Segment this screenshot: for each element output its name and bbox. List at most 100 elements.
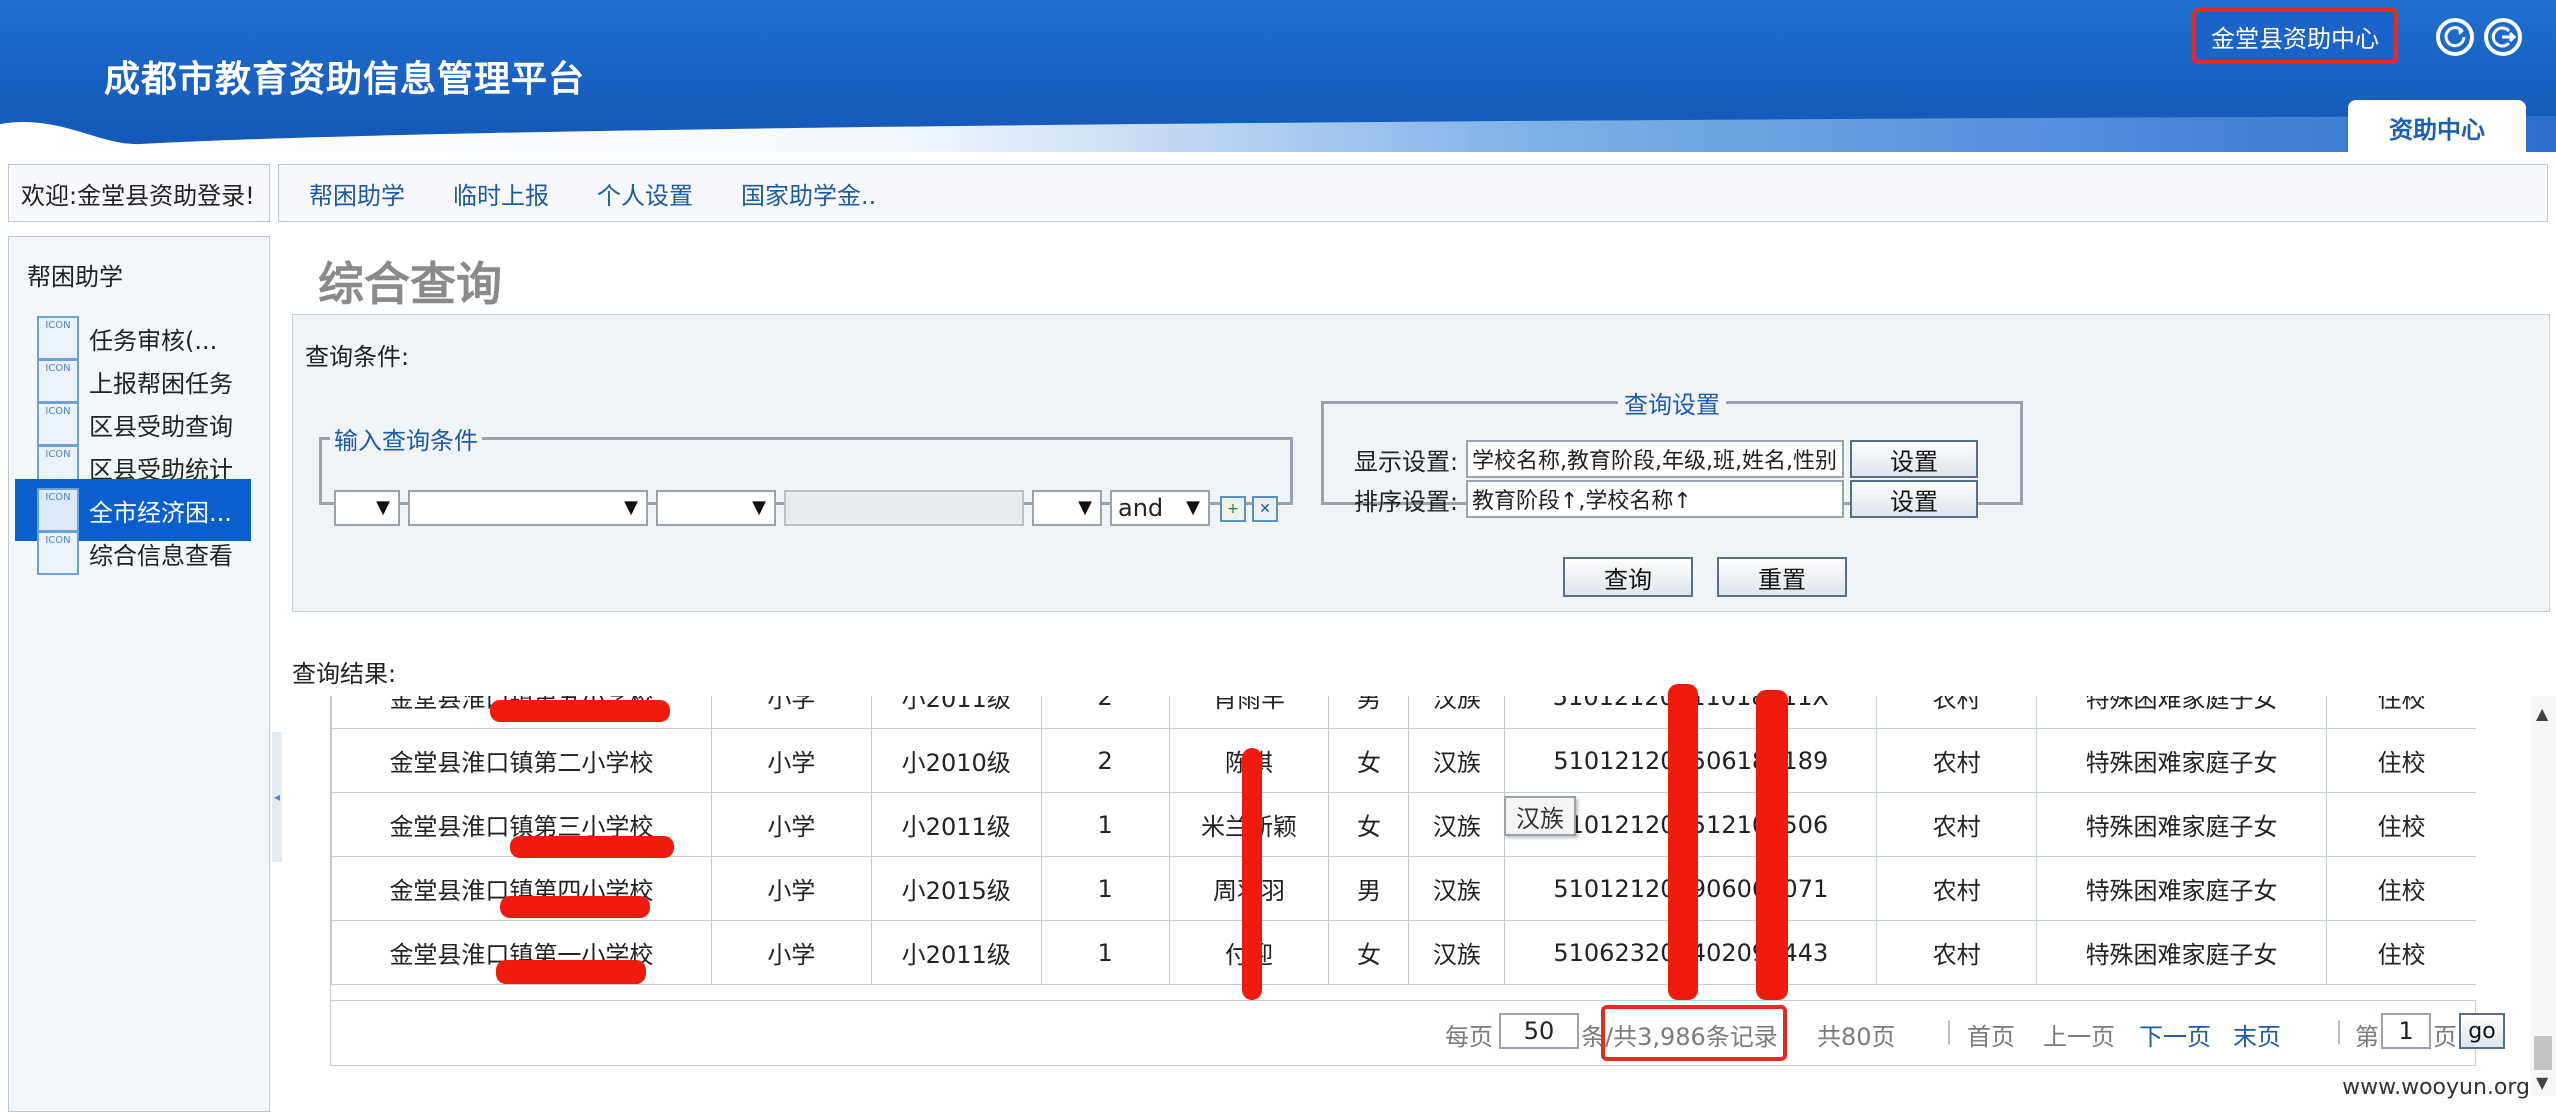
table-cell: 男	[1328, 696, 1410, 729]
sort-settings-row: 排序设置: 教育阶段↑,学校名称↑ 设置	[1354, 480, 1978, 518]
operator-select[interactable]: ▼	[656, 490, 776, 526]
per-page-label: 每页	[1445, 1023, 1493, 1051]
sidebar-collapse-handle[interactable]: ◂	[272, 732, 282, 862]
sort-settings-label: 排序设置:	[1354, 487, 1459, 516]
table-cell: 1	[1040, 792, 1170, 857]
table-cell: 住校	[2326, 792, 2476, 857]
table-cell: 女	[1328, 728, 1410, 793]
sidebar-item-label: 综合信息查看	[89, 541, 233, 570]
table-cell: 2	[1040, 728, 1170, 793]
page: 成都市教育资助信息管理平台 金堂县资助中心 资助中心 欢迎:金堂县资助登录! 帮…	[0, 0, 2556, 1112]
cell-tooltip: 汉族	[1504, 796, 1576, 836]
table-cell: 农村	[1876, 728, 2038, 793]
first-page-link[interactable]: 首页	[1967, 1017, 2015, 1052]
top-nav: 帮困助学 临时上报 个人设置 国家助学金..	[278, 164, 2548, 222]
table-cell: 汉族	[1408, 728, 1506, 793]
add-condition-icon[interactable]: +	[1220, 496, 1246, 522]
table-cell: 特殊困难家庭子女	[2036, 856, 2328, 921]
nav-item-national-grant[interactable]: 国家助学金..	[741, 176, 876, 211]
table-row[interactable]: 金堂县淮口镇第二小学校小学小2010级2陈琪女汉族510121200506180…	[331, 728, 2476, 793]
center-badge[interactable]: 金堂县资助中心	[2192, 8, 2398, 64]
prev-page-link[interactable]: 上一页	[2043, 1017, 2115, 1052]
table-cell: 小2010级	[870, 728, 1042, 793]
query-button[interactable]: 查询	[1563, 557, 1693, 597]
scrollbar-thumb[interactable]	[2534, 1036, 2552, 1070]
sidebar: 帮困助学 ICON 任务审核(... ICON 上报帮困任务 ICON 区县受助…	[8, 236, 270, 1112]
table-cell: 汉族	[1408, 696, 1506, 729]
redaction-mark	[490, 700, 670, 722]
sidebar-item-info-view[interactable]: ICON 综合信息查看	[15, 522, 251, 584]
results-scrollbar[interactable]: ▲ ▼	[2530, 696, 2556, 1096]
last-page-link[interactable]: 末页	[2233, 1017, 2281, 1052]
chevron-down-icon: ▼	[1186, 497, 1200, 518]
remove-condition-icon[interactable]: ✕	[1252, 496, 1278, 522]
display-settings-label: 显示设置:	[1354, 447, 1459, 476]
pager-divider: |	[1945, 1017, 1954, 1045]
input-conditions-legend: 输入查询条件	[334, 427, 478, 455]
document-icon: ICON	[37, 531, 79, 575]
paren-select[interactable]: ▼	[334, 490, 400, 526]
scroll-up-icon[interactable]: ▲	[2536, 704, 2548, 723]
table-cell: 农村	[1876, 696, 2038, 729]
table-cell: 女	[1328, 792, 1410, 857]
table-cell: 农村	[1876, 920, 2038, 985]
redaction-mark	[1242, 748, 1262, 1000]
table-cell: 特殊困难家庭子女	[2036, 792, 2328, 857]
redaction-mark	[510, 836, 674, 858]
total-pages: 共80页	[1817, 1023, 1896, 1051]
display-settings-field[interactable]: 学校名称,教育阶段,年级,班,姓名,性别	[1466, 440, 1844, 478]
logout-icon[interactable]	[2484, 18, 2522, 56]
page-number-input[interactable]: 1	[2381, 1013, 2431, 1049]
platform-title: 成都市教育资助信息管理平台	[104, 59, 586, 100]
page-prefix: 第	[2355, 1023, 2379, 1051]
tab-funding-center[interactable]: 资助中心	[2348, 100, 2526, 152]
watermark: www.wooyun.org	[2342, 1075, 2530, 1100]
table-cell: 特殊困难家庭子女	[2036, 696, 2328, 729]
table-cell: 金堂县淮口镇第二小学校	[331, 728, 712, 793]
refresh-icon[interactable]	[2436, 18, 2474, 56]
table-cell: 小学	[710, 728, 872, 793]
table-row[interactable]: 金堂县淮口镇第一小学校小学小2011级1付迎女汉族510623200402094…	[331, 920, 2476, 985]
table-cell: 女	[1328, 920, 1410, 985]
table-cell: 2	[1040, 696, 1170, 729]
table-cell: 住校	[2326, 696, 2476, 729]
table-cell: 住校	[2326, 728, 2476, 793]
per-page-input[interactable]: 50	[1499, 1013, 1579, 1049]
go-button[interactable]: go	[2459, 1013, 2505, 1049]
display-settings-row: 显示设置: 学校名称,教育阶段,年级,班,姓名,性别 设置	[1354, 440, 1978, 478]
logic-select-value: and	[1118, 494, 1164, 522]
chevron-down-icon: ▼	[1078, 497, 1092, 518]
pager-divider: |	[2335, 1017, 2344, 1045]
scroll-down-icon[interactable]: ▼	[2536, 1073, 2548, 1092]
close-paren-select[interactable]: ▼	[1032, 490, 1102, 526]
nav-item-temp-report[interactable]: 临时上报	[453, 176, 549, 211]
redaction-mark	[1668, 684, 1698, 1000]
display-settings-button[interactable]: 设置	[1850, 440, 1978, 478]
table-row[interactable]: 金堂县淮口镇第四小学校小学小2015级1周羽羽男汉族51012120090606…	[331, 856, 2476, 921]
sort-settings-button[interactable]: 设置	[1850, 480, 1978, 518]
field-select[interactable]: ▼	[408, 490, 648, 526]
query-panel: 查询条件: 输入查询条件 ▼ ▼ ▼ ▼ and ▼ + ✕ 查询设置 显示设置:…	[292, 314, 2550, 612]
results-table-viewport: 金堂县淮口镇第五小学校小学小2011级2肖雨丰男汉族51012120011018…	[330, 696, 2476, 1020]
nav-item-personal-settings[interactable]: 个人设置	[597, 176, 693, 211]
table-cell: 小2011级	[870, 696, 1042, 729]
sort-settings-field[interactable]: 教育阶段↑,学校名称↑	[1466, 480, 1844, 518]
logic-select[interactable]: and ▼	[1110, 490, 1210, 526]
table-cell: 住校	[2326, 856, 2476, 921]
table-cell: 小学	[710, 792, 872, 857]
reset-button[interactable]: 重置	[1717, 557, 1847, 597]
chevron-down-icon: ▼	[752, 497, 766, 518]
table-cell: 住校	[2326, 920, 2476, 985]
table-cell: 1	[1040, 920, 1170, 985]
table-cell: 汉族	[1408, 792, 1506, 857]
table-cell: 汉族	[1408, 856, 1506, 921]
pagination-bar: 每页 50 条/共3,986条记录 共80页 | 首页 上一页 下一页 末页 |…	[330, 1000, 2505, 1066]
table-cell: 小2015级	[870, 856, 1042, 921]
table-cell: 小学	[710, 856, 872, 921]
page-suffix: 页	[2433, 1023, 2457, 1051]
header-banner: 成都市教育资助信息管理平台 金堂县资助中心 资助中心	[0, 0, 2556, 152]
nav-item-assistance[interactable]: 帮困助学	[309, 176, 405, 211]
next-page-link[interactable]: 下一页	[2139, 1017, 2211, 1052]
condition-value-input[interactable]	[784, 490, 1024, 526]
redaction-mark	[496, 960, 646, 984]
